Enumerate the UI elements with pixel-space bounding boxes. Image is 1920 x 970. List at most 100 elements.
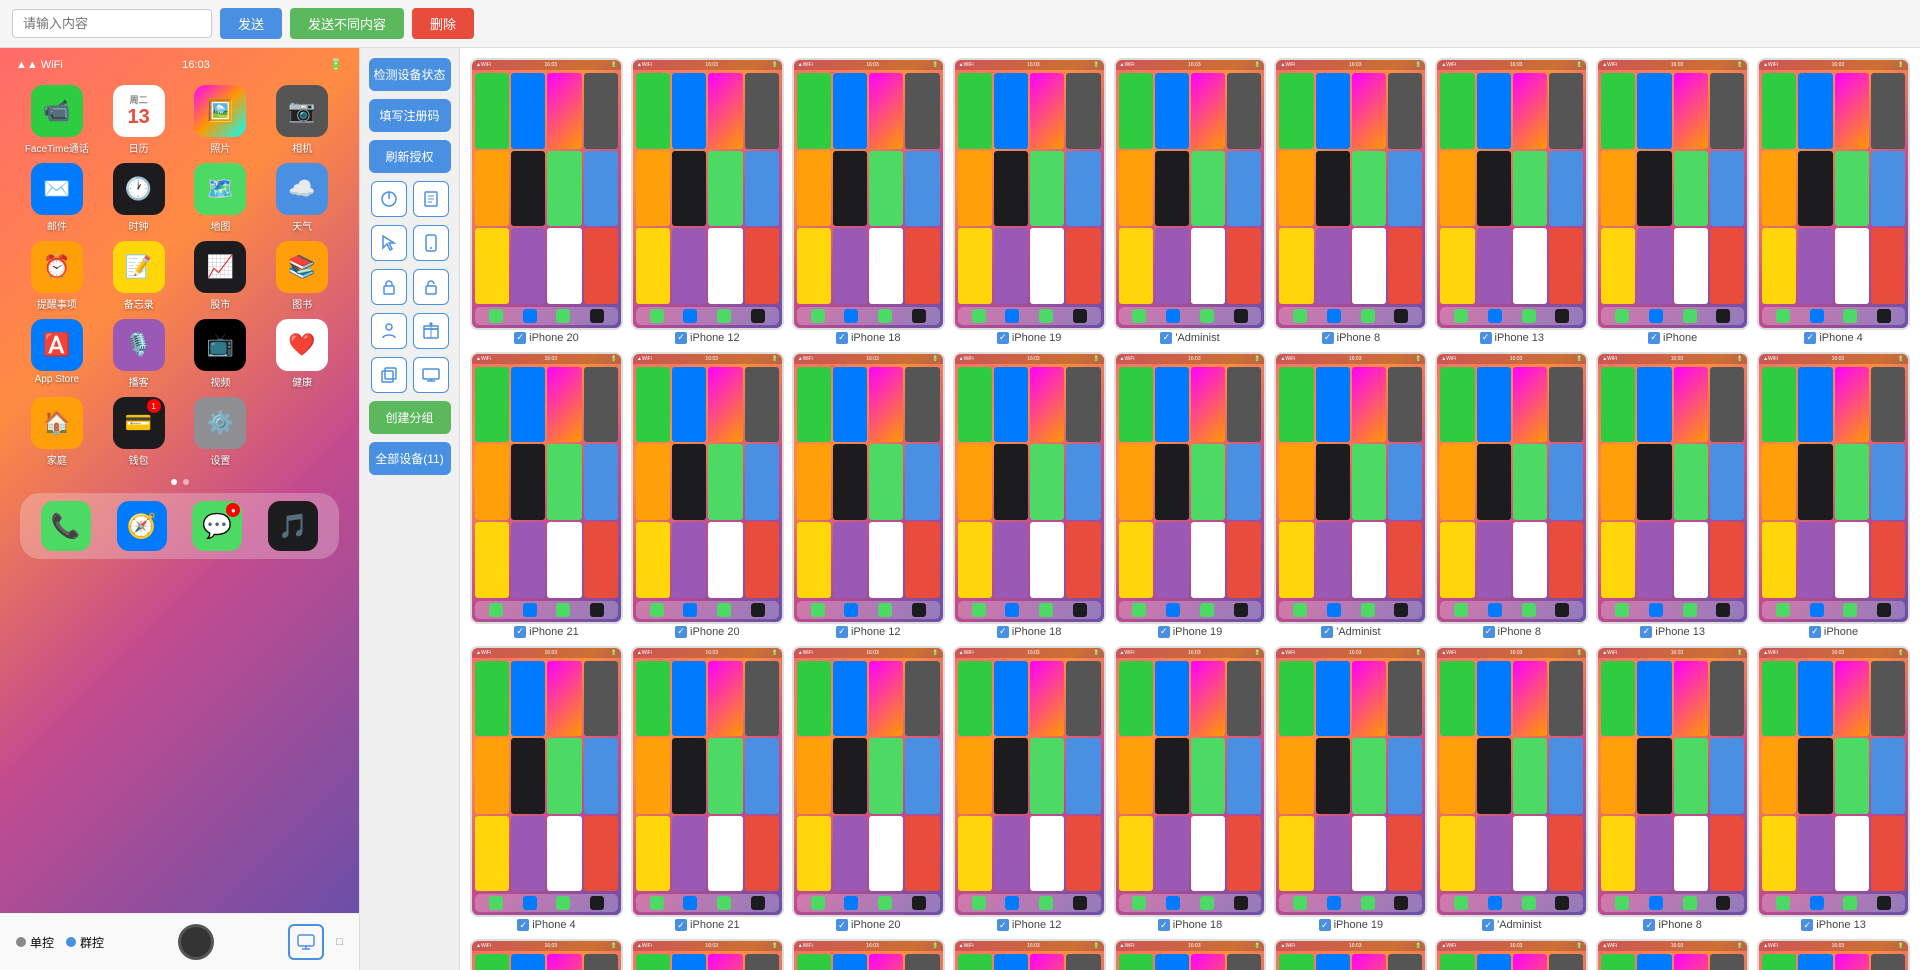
device-thumbnail[interactable]: ▲WiFi 16:03 🔋 (1596, 352, 1749, 624)
device-thumbnail[interactable]: ▲WiFi 16:03 🔋 (1114, 646, 1267, 918)
device-checkbox[interactable]: ✓ (514, 332, 526, 344)
screen-icon-btn[interactable] (413, 357, 449, 393)
group-control-option[interactable]: 群控 (66, 934, 104, 951)
app-stocks[interactable]: 📈 股市 (184, 241, 258, 311)
device-thumbnail[interactable]: ▲WiFi 16:03 🔋 (1435, 352, 1588, 624)
group-radio[interactable] (66, 937, 76, 947)
device-thumbnail[interactable]: ▲WiFi 16:03 🔋 (631, 58, 784, 330)
device-thumbnail[interactable]: ▲WiFi 16:03 🔋 (1274, 352, 1427, 624)
device-checkbox[interactable]: ✓ (1648, 332, 1660, 344)
device-checkbox[interactable]: ✓ (514, 626, 526, 638)
device-checkbox[interactable]: ✓ (1643, 919, 1655, 931)
device-checkbox[interactable]: ✓ (1158, 919, 1170, 931)
send-diff-button[interactable]: 发送不同内容 (290, 8, 404, 39)
device-thumbnail[interactable]: ▲WiFi 16:03 🔋 (1596, 58, 1749, 330)
device-checkbox[interactable]: ✓ (1158, 626, 1170, 638)
device-checkbox[interactable]: ✓ (997, 919, 1009, 931)
device-checkbox[interactable]: ✓ (1321, 626, 1333, 638)
device-thumbnail[interactable]: ▲WiFi 16:03 🔋 (1274, 646, 1427, 918)
app-podcasts[interactable]: 🎙️ 播客 (102, 319, 176, 389)
device-thumbnail[interactable]: ▲WiFi 16:03 🔋 (1274, 58, 1427, 330)
device-grid-container[interactable]: ▲WiFi 16:03 🔋 ✓iPhone 20 ▲WiFi 16:03 🔋 (460, 48, 1920, 970)
device-thumbnail[interactable]: ▲WiFi 16:03 🔋 (1757, 646, 1910, 918)
create-group-btn[interactable]: 创建分组 (369, 401, 451, 434)
device-checkbox[interactable]: ✓ (1319, 919, 1331, 931)
device-checkbox[interactable]: ✓ (1809, 626, 1821, 638)
device-thumbnail[interactable]: ▲WiFi 16:03 🔋 (1114, 939, 1267, 970)
device-thumbnail[interactable]: ▲WiFi 16:03 🔋 (792, 646, 945, 918)
app-appstore[interactable]: 🅰️ App Store (20, 319, 94, 389)
device-thumbnail[interactable]: ▲WiFi 16:03 🔋 (1757, 58, 1910, 330)
device-checkbox[interactable]: ✓ (1482, 919, 1494, 931)
device-thumbnail[interactable]: ▲WiFi 16:03 🔋 (1757, 352, 1910, 624)
device-checkbox[interactable]: ✓ (1480, 332, 1492, 344)
dock-messages[interactable]: 💬 ● (192, 501, 242, 551)
device-thumbnail[interactable]: ▲WiFi 16:03 🔋 (1596, 646, 1749, 918)
device-thumbnail[interactable]: ▲WiFi 16:03 🔋 (953, 646, 1106, 918)
device-thumbnail[interactable]: ▲WiFi 16:03 🔋 (1435, 646, 1588, 918)
device-checkbox[interactable]: ✓ (517, 919, 529, 931)
app-home[interactable]: 🏠 家庭 (20, 397, 94, 467)
device-checkbox[interactable]: ✓ (675, 919, 687, 931)
person-icon-btn[interactable] (371, 313, 407, 349)
app-maps[interactable]: 🗺️ 地图 (184, 163, 258, 233)
device-thumbnail[interactable]: ▲WiFi 16:03 🔋 (470, 939, 623, 970)
device-checkbox[interactable]: ✓ (1322, 332, 1334, 344)
device-checkbox[interactable]: ✓ (1640, 626, 1652, 638)
app-settings[interactable]: ⚙️ 设置 (184, 397, 258, 467)
send-button[interactable]: 发送 (220, 8, 282, 39)
device-checkbox[interactable]: ✓ (1804, 332, 1816, 344)
device-thumbnail[interactable]: ▲WiFi 16:03 🔋 (792, 352, 945, 624)
device-checkbox[interactable]: ✓ (675, 332, 687, 344)
device-thumbnail[interactable]: ▲WiFi 16:03 🔋 (1596, 939, 1749, 970)
device-checkbox[interactable]: ✓ (1160, 332, 1172, 344)
device-thumbnail[interactable]: ▲WiFi 16:03 🔋 (631, 646, 784, 918)
device-thumbnail[interactable]: ▲WiFi 16:03 🔋 (1274, 939, 1427, 970)
device-thumbnail[interactable]: ▲WiFi 16:03 🔋 (470, 352, 623, 624)
app-facetime[interactable]: 📹 FaceTime通话 (20, 85, 94, 155)
device-thumbnail[interactable]: ▲WiFi 16:03 🔋 (1435, 939, 1588, 970)
app-clock[interactable]: 🕐 时钟 (102, 163, 176, 233)
gift-icon-btn[interactable] (413, 313, 449, 349)
app-calendar[interactable]: 周二 13 日历 (102, 85, 176, 155)
device-thumbnail[interactable]: ▲WiFi 16:03 🔋 (1114, 352, 1267, 624)
power-icon-btn[interactable] (371, 181, 407, 217)
device-thumbnail[interactable]: ▲WiFi 16:03 🔋 (631, 939, 784, 970)
unlock-icon-btn[interactable] (413, 269, 449, 305)
app-wallet[interactable]: 💳 1 钱包 (102, 397, 176, 467)
device-checkbox[interactable]: ✓ (997, 332, 1009, 344)
app-tv[interactable]: 📺 视频 (184, 319, 258, 389)
cursor-icon-btn[interactable] (371, 225, 407, 261)
device-checkbox[interactable]: ✓ (836, 626, 848, 638)
device-thumbnail[interactable]: ▲WiFi 16:03 🔋 (470, 58, 623, 330)
device-thumbnail[interactable]: ▲WiFi 16:03 🔋 (1435, 58, 1588, 330)
app-notes[interactable]: 📝 备忘录 (102, 241, 176, 311)
doc-icon-btn[interactable] (413, 181, 449, 217)
copy-icon-btn[interactable] (371, 357, 407, 393)
single-control-option[interactable]: 单控 (16, 934, 54, 951)
device-thumbnail[interactable]: ▲WiFi 16:03 🔋 (1114, 58, 1267, 330)
dock-music[interactable]: 🎵 (268, 501, 318, 551)
app-photos[interactable]: 🖼️ 照片 (184, 85, 258, 155)
all-devices-btn[interactable]: 全部设备(11) (369, 442, 451, 475)
device-thumbnail[interactable]: ▲WiFi 16:03 🔋 (953, 939, 1106, 970)
app-books[interactable]: 📚 图书 (265, 241, 339, 311)
device-thumbnail[interactable]: ▲WiFi 16:03 🔋 (792, 58, 945, 330)
device-checkbox[interactable]: ✓ (1483, 626, 1495, 638)
app-weather[interactable]: ☁️ 天气 (265, 163, 339, 233)
delete-button[interactable]: 删除 (412, 8, 474, 39)
device-thumbnail[interactable]: ▲WiFi 16:03 🔋 (953, 352, 1106, 624)
device-thumbnail[interactable]: ▲WiFi 16:03 🔋 (631, 352, 784, 624)
single-radio[interactable] (16, 937, 26, 947)
fill-code-btn[interactable]: 填写注册码 (369, 99, 451, 132)
screen-mirror-btn[interactable] (288, 924, 324, 960)
app-mail[interactable]: ✉️ 邮件 (20, 163, 94, 233)
device-thumbnail[interactable]: ▲WiFi 16:03 🔋 (1757, 939, 1910, 970)
content-input[interactable] (12, 9, 212, 38)
check-status-btn[interactable]: 检测设备状态 (369, 58, 451, 91)
refresh-auth-btn[interactable]: 刷新授权 (369, 140, 451, 173)
device-checkbox[interactable]: ✓ (997, 626, 1009, 638)
dock-phone[interactable]: 📞 (41, 501, 91, 551)
lock-icon-btn[interactable] (371, 269, 407, 305)
device-thumbnail[interactable]: ▲WiFi 16:03 🔋 (470, 646, 623, 918)
